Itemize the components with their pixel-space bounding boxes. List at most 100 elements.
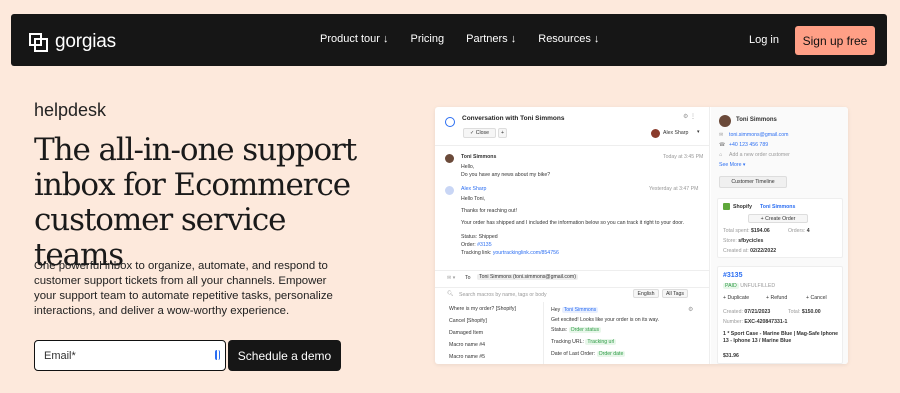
- customer-sidebar: Toni Simmons toni.simmons@gmail.com +40 …: [711, 107, 848, 364]
- signup-button[interactable]: Sign up free: [795, 26, 875, 55]
- created-label: Created at:: [723, 248, 749, 254]
- cancel-button[interactable]: + Cancel: [806, 295, 827, 301]
- msg2-line1: Hello Toni,: [461, 196, 486, 202]
- gorgias-logo[interactable]: gorgias: [29, 31, 116, 53]
- macro-item[interactable]: Macro name #5: [449, 354, 485, 360]
- msg2-tracking: Tracking link: yourtrackinglink.com/8547…: [461, 250, 559, 256]
- password-manager-icon[interactable]: [215, 350, 220, 360]
- order-number: Number: EXC-420847331-1: [723, 319, 787, 325]
- schedule-demo-button[interactable]: Schedule a demo: [228, 340, 341, 371]
- close-label: ✓ Close: [469, 130, 490, 136]
- customer-phone[interactable]: +40 123 456 789: [729, 142, 768, 148]
- order-number-label: Number:: [723, 319, 743, 325]
- more-button[interactable]: +: [498, 128, 507, 138]
- gear-icon[interactable]: ⚙: [688, 306, 693, 313]
- preview-tracking-label: Tracking URL:: [551, 339, 584, 345]
- location-icon: ⌂: [719, 152, 723, 158]
- conversation-title: Conversation with Toni Simmons: [462, 115, 565, 122]
- macro-item[interactable]: Damaged Item: [449, 330, 483, 336]
- msg1-line1: Hello,: [461, 164, 475, 170]
- order-number-link[interactable]: #3135: [723, 272, 742, 279]
- phone-icon: ☎: [719, 142, 726, 148]
- email-channel-icon[interactable]: ✉ ▾: [447, 275, 455, 281]
- total-spent: Total spent: $194.06: [723, 228, 770, 234]
- tracking-link[interactable]: yourtrackinglink.com/854756: [493, 250, 559, 256]
- customer-address[interactable]: Add a new order customer: [729, 152, 790, 158]
- agent-avatar: [445, 186, 454, 195]
- preview-name-tag: Toni Simmons: [561, 307, 599, 313]
- unfulfilled-badge: UNFULFILLED: [740, 283, 776, 289]
- msg1-time: Today at 3:45 PM: [663, 154, 704, 160]
- top-navbar: gorgias Product tour ↓ Pricing Partners …: [11, 14, 887, 66]
- nav-product-tour[interactable]: Product tour ↓: [320, 33, 388, 45]
- preview-date: Date of Last Order: Order date: [551, 351, 626, 357]
- macro-item[interactable]: Where is my order? [Shopify]: [449, 306, 516, 312]
- divider: [435, 270, 710, 271]
- store-label: Store:: [723, 238, 737, 244]
- customer-email[interactable]: toni.simmons@gmail.com: [729, 132, 788, 138]
- search-icon: 🔍︎: [447, 291, 454, 297]
- shopify-customer-name[interactable]: Toni Simmons: [760, 204, 795, 210]
- divider: [435, 145, 710, 146]
- settings-icon[interactable]: ⚙ ⋮: [683, 113, 696, 120]
- preview-status-tag: Order status: [568, 327, 602, 333]
- preview-hey: Hey: [551, 307, 561, 313]
- channel-icon: [445, 117, 455, 127]
- nav-pricing[interactable]: Pricing: [410, 33, 444, 45]
- logo-text: gorgias: [55, 31, 116, 52]
- nav-resources[interactable]: Resources ↓: [538, 33, 599, 45]
- macro-item[interactable]: Macro name #4: [449, 342, 485, 348]
- email-input[interactable]: [34, 340, 226, 371]
- hero-eyebrow: helpdesk: [34, 100, 107, 120]
- order-badges: PAID UNFULFILLED: [723, 283, 775, 289]
- order-item-title: 1 * Sport Case - Marine Blue | Mag-Safe …: [723, 331, 839, 344]
- tracking-label: Tracking link:: [461, 250, 493, 256]
- preview-greeting: Hey Toni Simmons: [551, 307, 599, 313]
- order-created-value: 07/21/2023: [744, 309, 771, 315]
- msg2-order: Order: #3135: [461, 242, 492, 248]
- preview-line: Get excited! Looks like your order is on…: [551, 317, 660, 323]
- order-total-value: $150.00: [801, 309, 821, 315]
- customer-avatar: [719, 115, 731, 127]
- order-link[interactable]: #3135: [477, 242, 491, 248]
- orders-count: Orders: 4: [788, 228, 810, 234]
- order-label: Order:: [461, 242, 478, 248]
- order-card: #3135 PAID UNFULFILLED + Duplicate + Ref…: [717, 266, 843, 364]
- login-link[interactable]: Log in: [749, 34, 779, 46]
- msg2-time: Yesterday at 3:47 PM: [649, 186, 699, 192]
- reply-to-label: To: [465, 275, 471, 281]
- macro-search-input[interactable]: Search macros by name, tags or body: [459, 292, 547, 298]
- refund-button[interactable]: + Refund: [766, 295, 787, 301]
- recipient-chip[interactable]: Toni Simmons (toni.simmons@gmail.com): [477, 274, 578, 280]
- msg1-author: Toni Simmons: [461, 154, 497, 160]
- preview-tracking: Tracking URL: Tracking url: [551, 339, 617, 345]
- see-more-link[interactable]: See More ▾: [719, 162, 746, 168]
- hero-headline: The all-in-one support inbox for Ecommer…: [34, 132, 357, 273]
- msg2-line2: Thanks for reaching out!: [461, 208, 517, 214]
- hero-subtitle: One powerful inbox to organize, automate…: [34, 260, 333, 317]
- order-total: Total: $150.00: [788, 309, 821, 315]
- helpdesk-app-preview: Conversation with Toni Simmons ⚙ ⋮ ✓ Clo…: [435, 107, 848, 364]
- order-created-label: Created:: [723, 309, 743, 315]
- mail-icon: ✉: [719, 132, 724, 138]
- create-order-button[interactable]: + Create Order: [748, 214, 808, 223]
- shopify-card: Shopify Toni Simmons + Create Order Tota…: [717, 198, 843, 258]
- order-item-price: $31.96: [723, 353, 739, 359]
- close-ticket-button[interactable]: ✓ Close: [463, 128, 496, 138]
- gorgias-logo-icon: [29, 32, 48, 52]
- tags-filter[interactable]: All Tags: [662, 289, 688, 298]
- customer-name: Toni Simmons: [736, 117, 777, 123]
- language-select[interactable]: English: [633, 289, 659, 298]
- customer-avatar: [445, 154, 454, 163]
- timeline-label: Customer Timeline: [731, 179, 775, 185]
- chevron-down-icon[interactable]: ▾: [697, 129, 700, 135]
- preview-date-tag: Order date: [596, 351, 626, 357]
- customer-timeline-button[interactable]: Customer Timeline: [719, 176, 787, 188]
- duplicate-button[interactable]: + Duplicate: [723, 295, 749, 301]
- paid-badge: PAID: [723, 283, 739, 289]
- create-order-label: + Create Order: [760, 215, 796, 222]
- order-number-value: EXC-420847331-1: [744, 319, 788, 325]
- nav-partners[interactable]: Partners ↓: [466, 33, 516, 45]
- macro-item[interactable]: Cancel [Shopify]: [449, 318, 487, 324]
- assignee-name[interactable]: Alex Sharp: [663, 130, 688, 136]
